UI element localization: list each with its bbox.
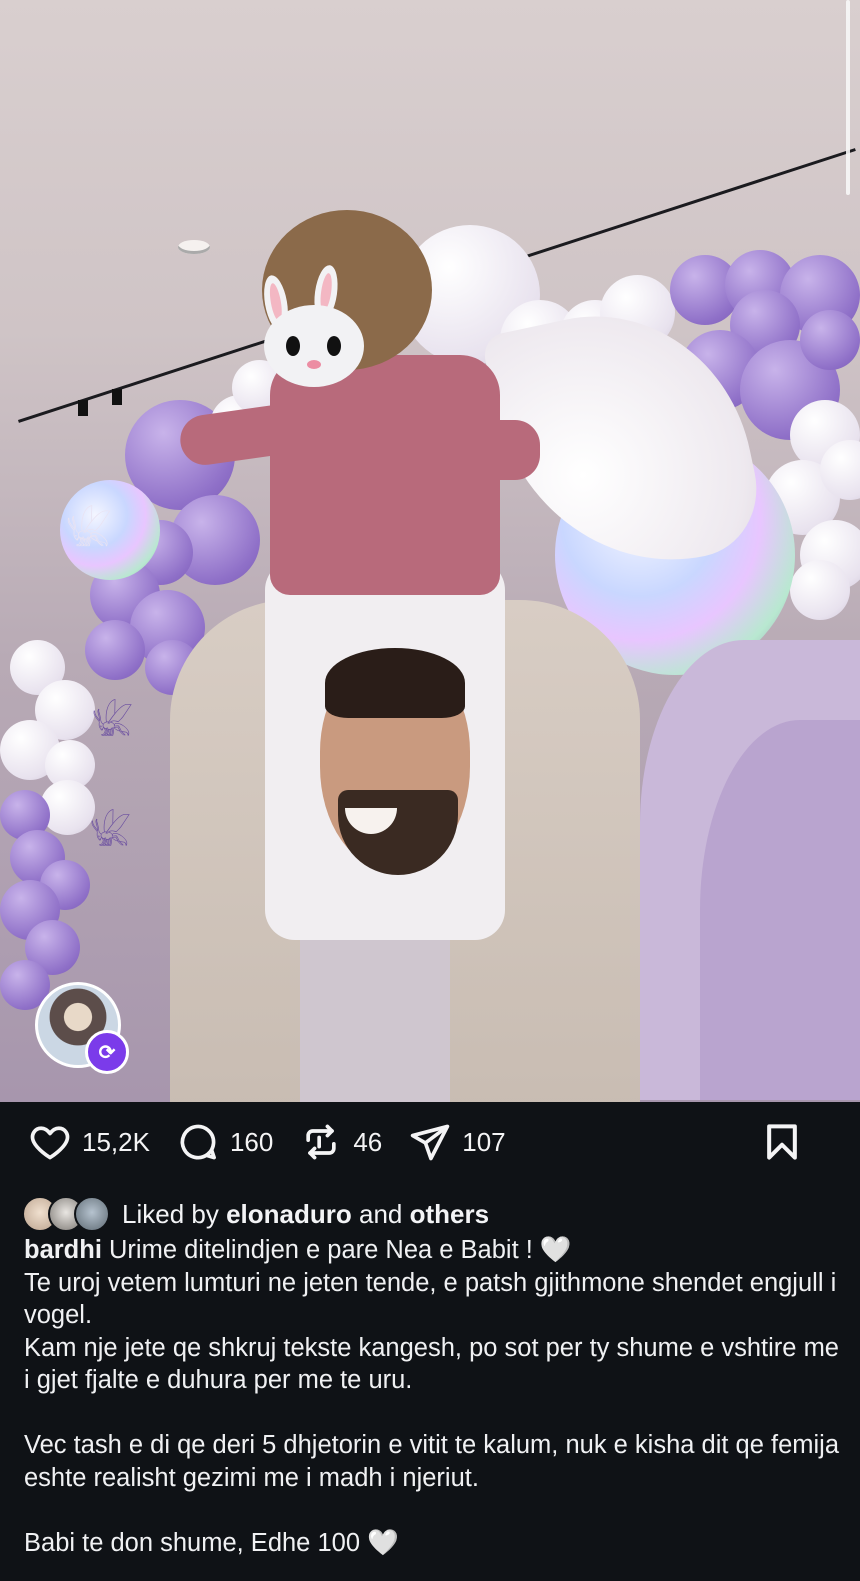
liked-by-row[interactable]: Liked by elonaduro and others	[22, 1196, 489, 1232]
bookmark-icon	[767, 1124, 797, 1160]
track-spot	[78, 400, 88, 416]
comment-button[interactable]: 160	[176, 1120, 273, 1164]
action-bar: 15,2K 160 46 107	[0, 1112, 860, 1172]
like-count: 15,2K	[82, 1126, 150, 1157]
balloon	[800, 310, 860, 370]
liked-by-others-link[interactable]: others	[410, 1199, 489, 1229]
butterfly-icon: 𓆤	[66, 510, 113, 552]
comment-icon	[180, 1124, 216, 1160]
liked-by-user-link[interactable]: elonaduro	[226, 1199, 352, 1229]
post-photo[interactable]: 𓆤 𓆤 𓆤 𓆤 ⟳	[0, 0, 860, 1102]
liked-by-text: Liked by elonaduro and others	[122, 1199, 489, 1230]
ceiling-light	[178, 240, 210, 254]
track-spot	[112, 389, 122, 405]
share-icon	[411, 1124, 450, 1161]
avatar	[74, 1196, 110, 1232]
butterfly-icon: 𓆤	[92, 703, 134, 741]
liked-by-prefix: Liked by	[122, 1198, 219, 1229]
share-button[interactable]: 107	[408, 1120, 506, 1164]
caption-author-link[interactable]: bardhi	[24, 1236, 102, 1264]
repost-button[interactable]: 46	[299, 1120, 382, 1164]
baby-cardigan	[270, 355, 500, 595]
bunny-eye	[286, 336, 300, 356]
balloon	[790, 560, 850, 620]
bunny-nose	[307, 360, 321, 369]
like-button[interactable]: 15,2K	[28, 1120, 150, 1164]
bookmark-button[interactable]	[760, 1120, 804, 1164]
comment-count: 160	[229, 1126, 274, 1157]
scrollbar-thumb[interactable]	[846, 0, 850, 195]
balloon	[85, 620, 145, 680]
repost-badge-icon: ⟳	[85, 1030, 129, 1074]
bunny-face-sticker	[264, 305, 364, 387]
bunny-eye	[327, 336, 341, 356]
post-caption: bardhi Urime ditelindjen e pare Nea e Ba…	[24, 1234, 844, 1559]
caption-body: Te uroj vetem lumturi ne jeten tende, e …	[24, 1268, 840, 1557]
heart-icon	[30, 1126, 70, 1160]
caption-first-line: Urime ditelindjen e pare Nea e Babit ! 🤍	[109, 1236, 572, 1264]
reposter-avatar[interactable]: ⟳	[35, 982, 129, 1074]
butterfly-icon: 𓆤	[90, 813, 132, 851]
repost-count: 46	[353, 1126, 383, 1157]
liked-by-and: and	[358, 1198, 403, 1229]
man-hair	[325, 648, 465, 718]
share-count: 107	[462, 1126, 506, 1157]
repost-icon	[306, 1124, 337, 1160]
